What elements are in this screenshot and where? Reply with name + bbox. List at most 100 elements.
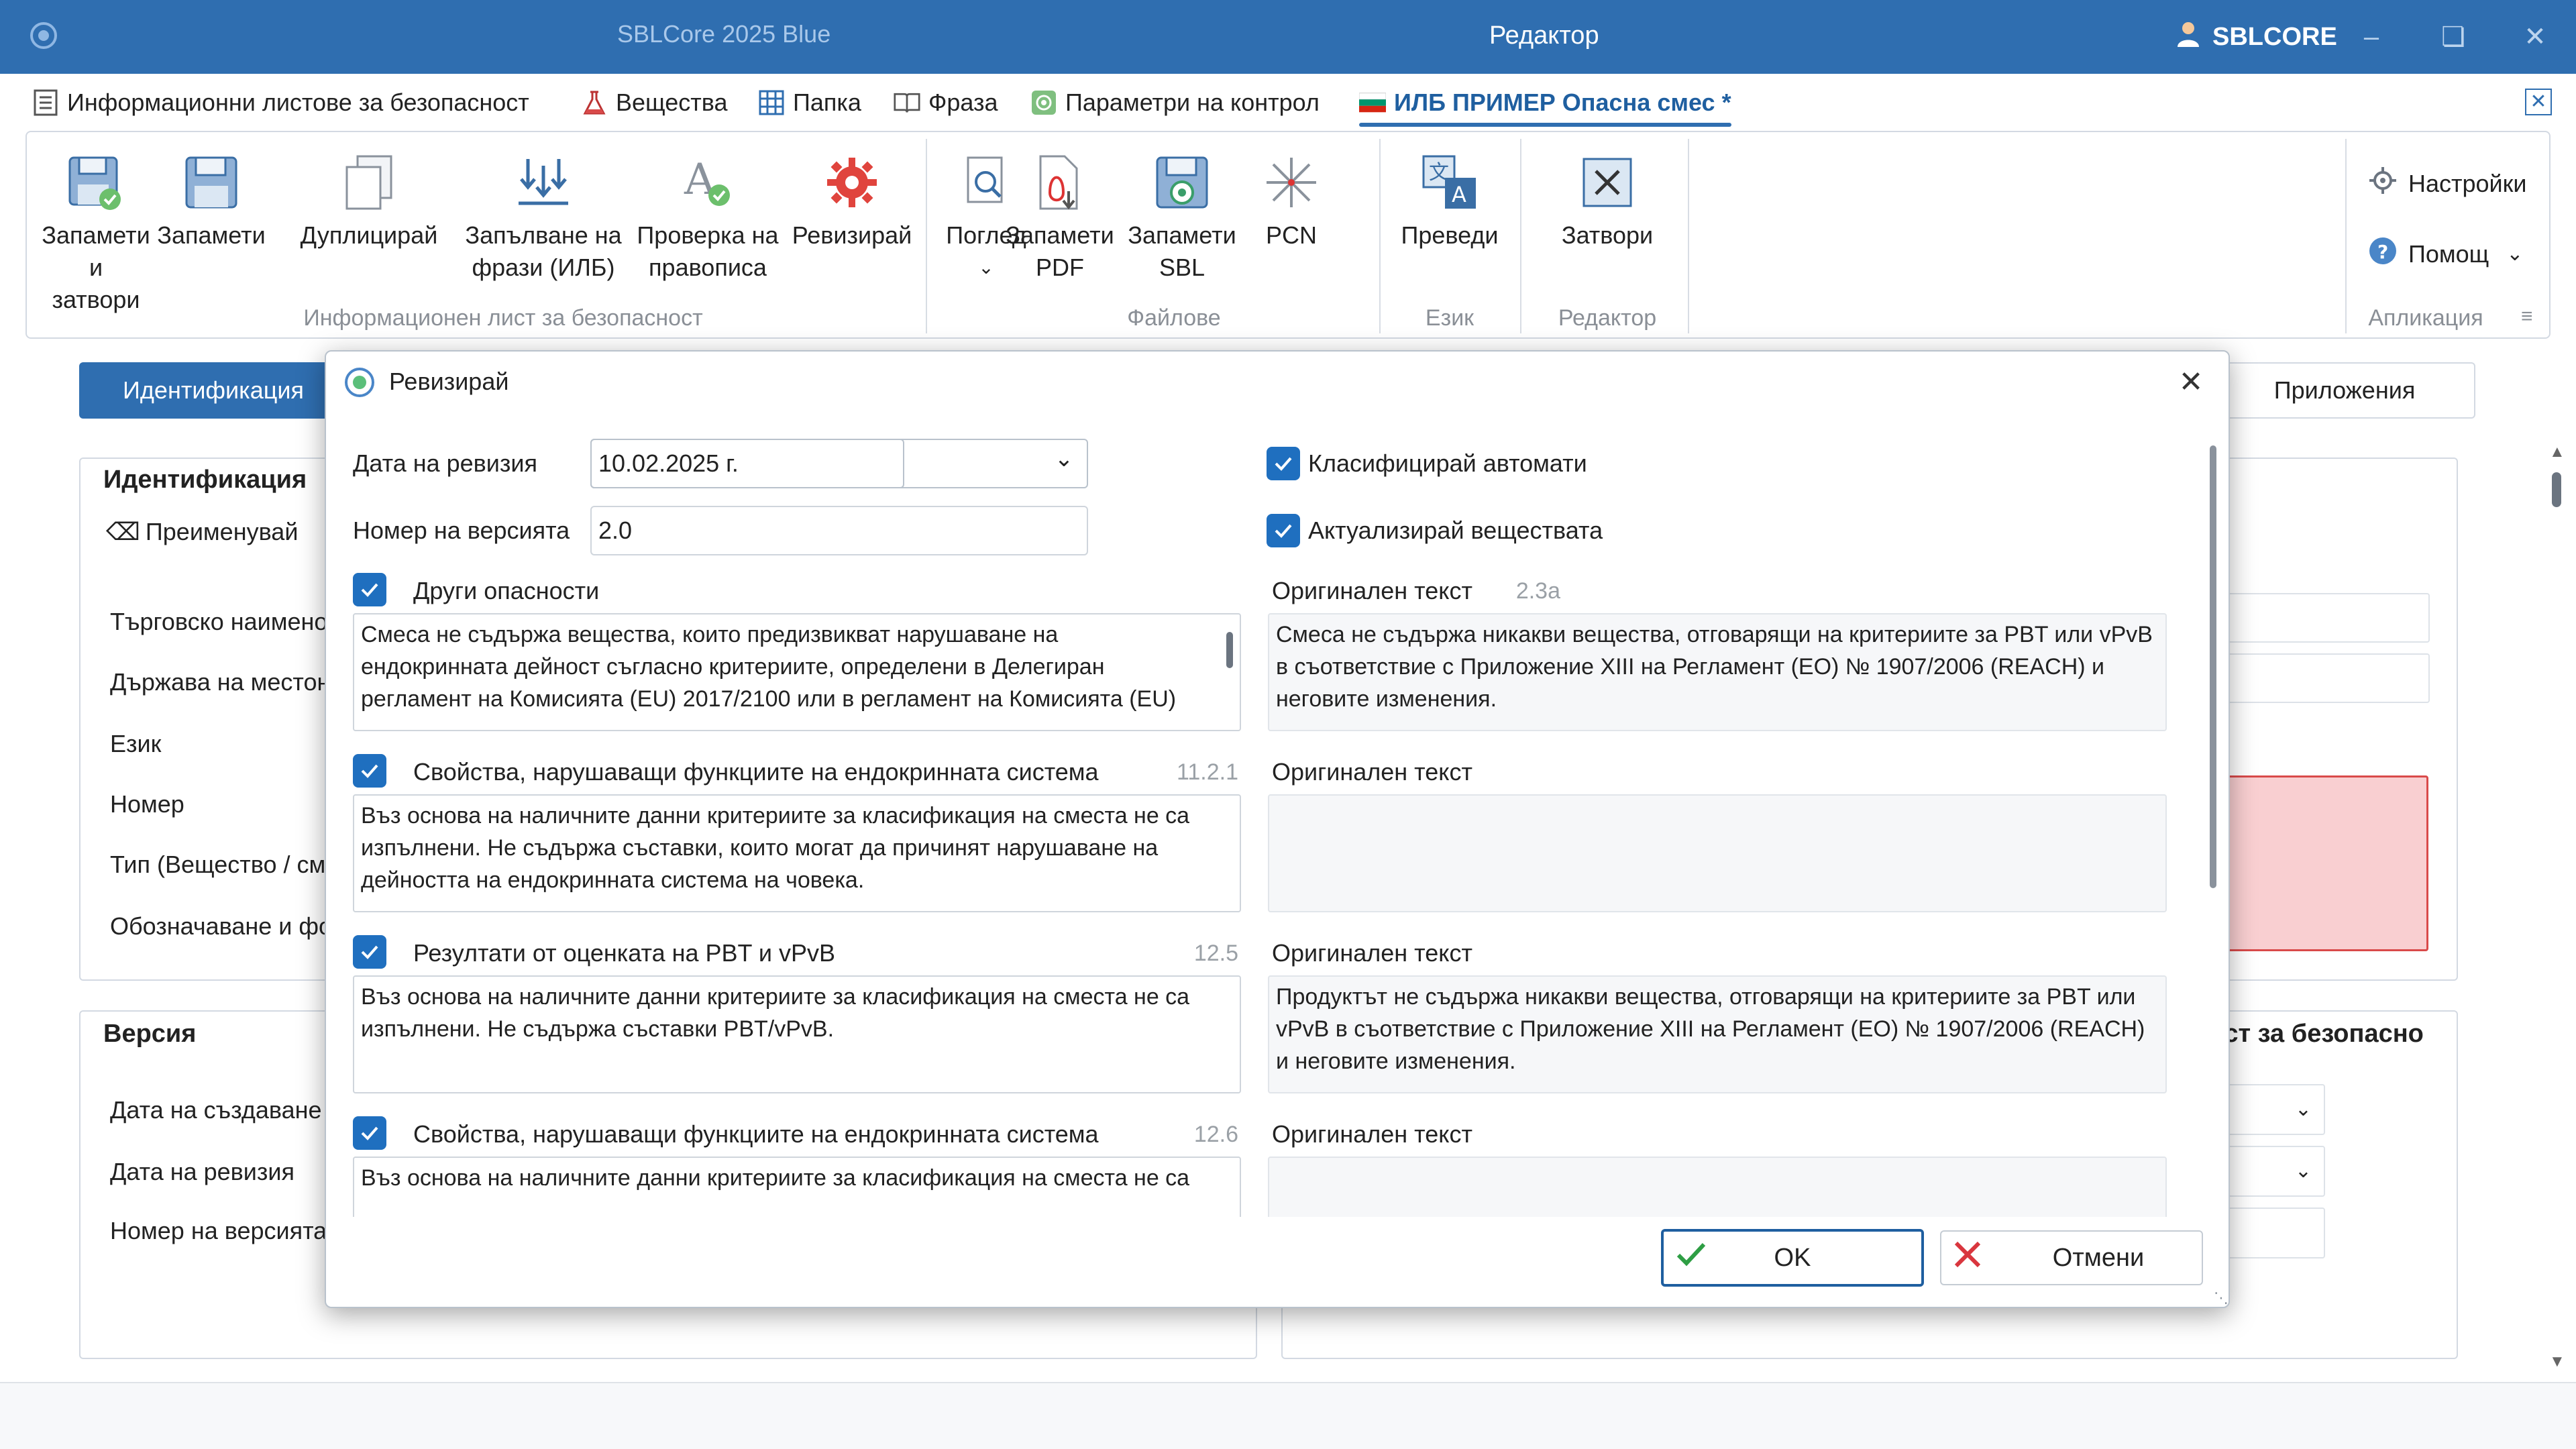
version-label: Номер на версията [353, 517, 570, 544]
book-icon [894, 89, 920, 116]
tab-sds-example[interactable]: ИЛБ ПРИМЕР Опасна смес * [1359, 74, 1731, 131]
close-tab-button[interactable]: ✕ [2525, 89, 2552, 115]
translate-button[interactable]: 文A Преведи [1393, 146, 1507, 252]
ribbon-options-icon[interactable]: ≡ [2521, 305, 2533, 328]
ok-button[interactable]: OK [1661, 1229, 1924, 1287]
version-input[interactable]: 2.0 [590, 506, 1088, 555]
dropdown-field[interactable]: ⌄ [2222, 1146, 2325, 1197]
help-label: Помощ [2408, 239, 2489, 268]
rename-icon: ⌫ [106, 518, 140, 545]
pcn-button[interactable]: PCN [1254, 146, 1328, 252]
section-title: Други опасности [413, 577, 600, 604]
original-text-area [1268, 1157, 2167, 1217]
resize-grip-icon[interactable]: ⋱ [2214, 1289, 2229, 1307]
input-field[interactable] [2222, 1208, 2325, 1258]
pcn-label: PCN [1265, 221, 1317, 249]
original-text-label: Оригинален текст [1272, 577, 1472, 604]
ribbon-separator [1379, 139, 1381, 333]
tab-label: Информационни листове за безопасност [67, 88, 529, 116]
cancel-button[interactable]: Отмени [1940, 1230, 2203, 1285]
field-label: Дата на ревизия [110, 1158, 295, 1185]
tab-control-params[interactable]: Параметри на контрол [1030, 74, 1320, 131]
section-tab-label: Приложения [2273, 376, 2416, 404]
duplicate-button[interactable]: Дуплицирай [295, 146, 443, 252]
section-checkbox[interactable] [353, 573, 386, 606]
tab-label: Вещества [616, 88, 728, 116]
text-area-scrollbar-thumb[interactable] [1226, 632, 1233, 668]
rename-label: Преименувай [145, 518, 299, 545]
settings-button[interactable]: Настройки [2368, 166, 2527, 201]
section-text-area[interactable]: Въз основа на наличните данни критериите… [353, 975, 1241, 1093]
save-sbl-label-1: Запамети [1128, 221, 1236, 249]
date-field-border [590, 439, 1088, 488]
section-title: Резултати от оценката на PBT и vPvB [413, 939, 836, 967]
tab-folder[interactable]: Папка [758, 74, 861, 131]
tab-sds-list[interactable]: Информационни листове за безопасност [32, 74, 529, 131]
grid-icon [758, 89, 785, 116]
section-tab-attachments[interactable]: Приложения [2214, 362, 2475, 419]
minimize-button[interactable]: – [2348, 13, 2395, 60]
flask-icon [581, 89, 608, 116]
field-label: Номер на версията [110, 1217, 327, 1244]
tab-substances[interactable]: Вещества [581, 74, 728, 131]
fill-phrases-button[interactable]: Запълване на фрази (ИЛБ) [456, 146, 631, 284]
pcn-icon [1258, 146, 1325, 219]
input-field[interactable] [2222, 593, 2430, 643]
help-button[interactable]: ? Помощ ⌄ [2368, 236, 2523, 272]
update-substances-checkbox[interactable] [1267, 514, 1300, 547]
save-sbl-button[interactable]: Запамети SBL [1115, 146, 1249, 284]
tab-phrase[interactable]: Фраза [894, 74, 998, 131]
save-pdf-button[interactable]: Запамети PDF [993, 146, 1127, 284]
field-label: Обозначаване и фо [110, 912, 333, 940]
close-editor-button[interactable]: Затвори [1534, 146, 1681, 252]
title-bar: SBLCore 2025 Blue Редактор SBLCORE – ❏ ✕ [0, 0, 2576, 74]
close-window-button[interactable]: ✕ [2512, 13, 2559, 60]
auto-classify-label: Класифицирай автомати [1308, 449, 1587, 477]
close-editor-label: Затвори [1561, 221, 1654, 249]
section-text-area[interactable]: Въз основа на наличните данни критериите… [353, 794, 1241, 912]
scroll-down-icon[interactable]: ▼ [2549, 1352, 2565, 1371]
ribbon: Запамети и затвори Запамети Дуплицирай З… [25, 131, 2551, 339]
original-text-area [1268, 794, 2167, 912]
spellcheck-button[interactable]: A Проверка на правописа [617, 146, 798, 284]
save-pdf-label-1: Запамети [1006, 221, 1114, 249]
save-sbl-label-2: SBL [1159, 254, 1205, 281]
input-field[interactable] [2222, 653, 2430, 703]
page-scrollbar[interactable]: ▲ ▼ [2546, 443, 2567, 1375]
spellcheck-label-1: Проверка на [637, 221, 779, 249]
ok-label: OK [1774, 1243, 1811, 1272]
dialog-scrollbar-thumb[interactable] [2210, 445, 2216, 888]
section-checkbox[interactable] [353, 935, 386, 969]
scroll-up-icon[interactable]: ▲ [2549, 443, 2565, 462]
section-text-area[interactable]: Въз основа на наличните данни критериите… [353, 1157, 1241, 1217]
original-text-label: Оригинален текст [1272, 1120, 1472, 1148]
dialog-close-button[interactable]: ✕ [2171, 362, 2211, 402]
save-close-label-1: Запамети [42, 221, 150, 249]
dialog-title: Ревизирай [389, 368, 509, 395]
auto-classify-checkbox[interactable] [1267, 447, 1300, 480]
field-label: Дата на създаване [110, 1096, 322, 1124]
status-bar [0, 1382, 2576, 1449]
ribbon-group-app-label: Апликация [2368, 305, 2483, 331]
tab-label: ИЛБ ПРИМЕР Опасна смес * [1394, 88, 1731, 116]
save-button[interactable]: Запамети [157, 146, 266, 252]
section-number: 11.2.1 [1176, 759, 1238, 785]
hazard-area[interactable] [2222, 775, 2428, 951]
section-tab-identification[interactable]: Идентификация [79, 362, 347, 419]
scrollbar-thumb[interactable] [2552, 472, 2561, 507]
dialog-logo-icon [342, 365, 377, 400]
panel-title: Идентификация [103, 466, 307, 494]
rename-button[interactable]: ⌫ Преименувай [106, 518, 298, 546]
translate-label: Преведи [1401, 221, 1499, 249]
section-checkbox[interactable] [353, 754, 386, 788]
section-checkbox[interactable] [353, 1116, 386, 1150]
update-substances-label: Актуализирай веществата [1308, 517, 1603, 544]
save-sbl-icon [1148, 146, 1216, 219]
ribbon-separator [1520, 139, 1521, 333]
section-text-area[interactable]: Смеса не съдържа вещества, които предизв… [353, 613, 1241, 731]
dropdown-field[interactable]: ⌄ [2222, 1084, 2325, 1135]
revise-button[interactable]: Ревизирай [778, 146, 926, 252]
user-menu[interactable]: SBLCORE [2174, 19, 2337, 55]
restore-button[interactable]: ❏ [2430, 13, 2477, 60]
save-close-button[interactable]: Запамети и затвори [42, 146, 150, 316]
